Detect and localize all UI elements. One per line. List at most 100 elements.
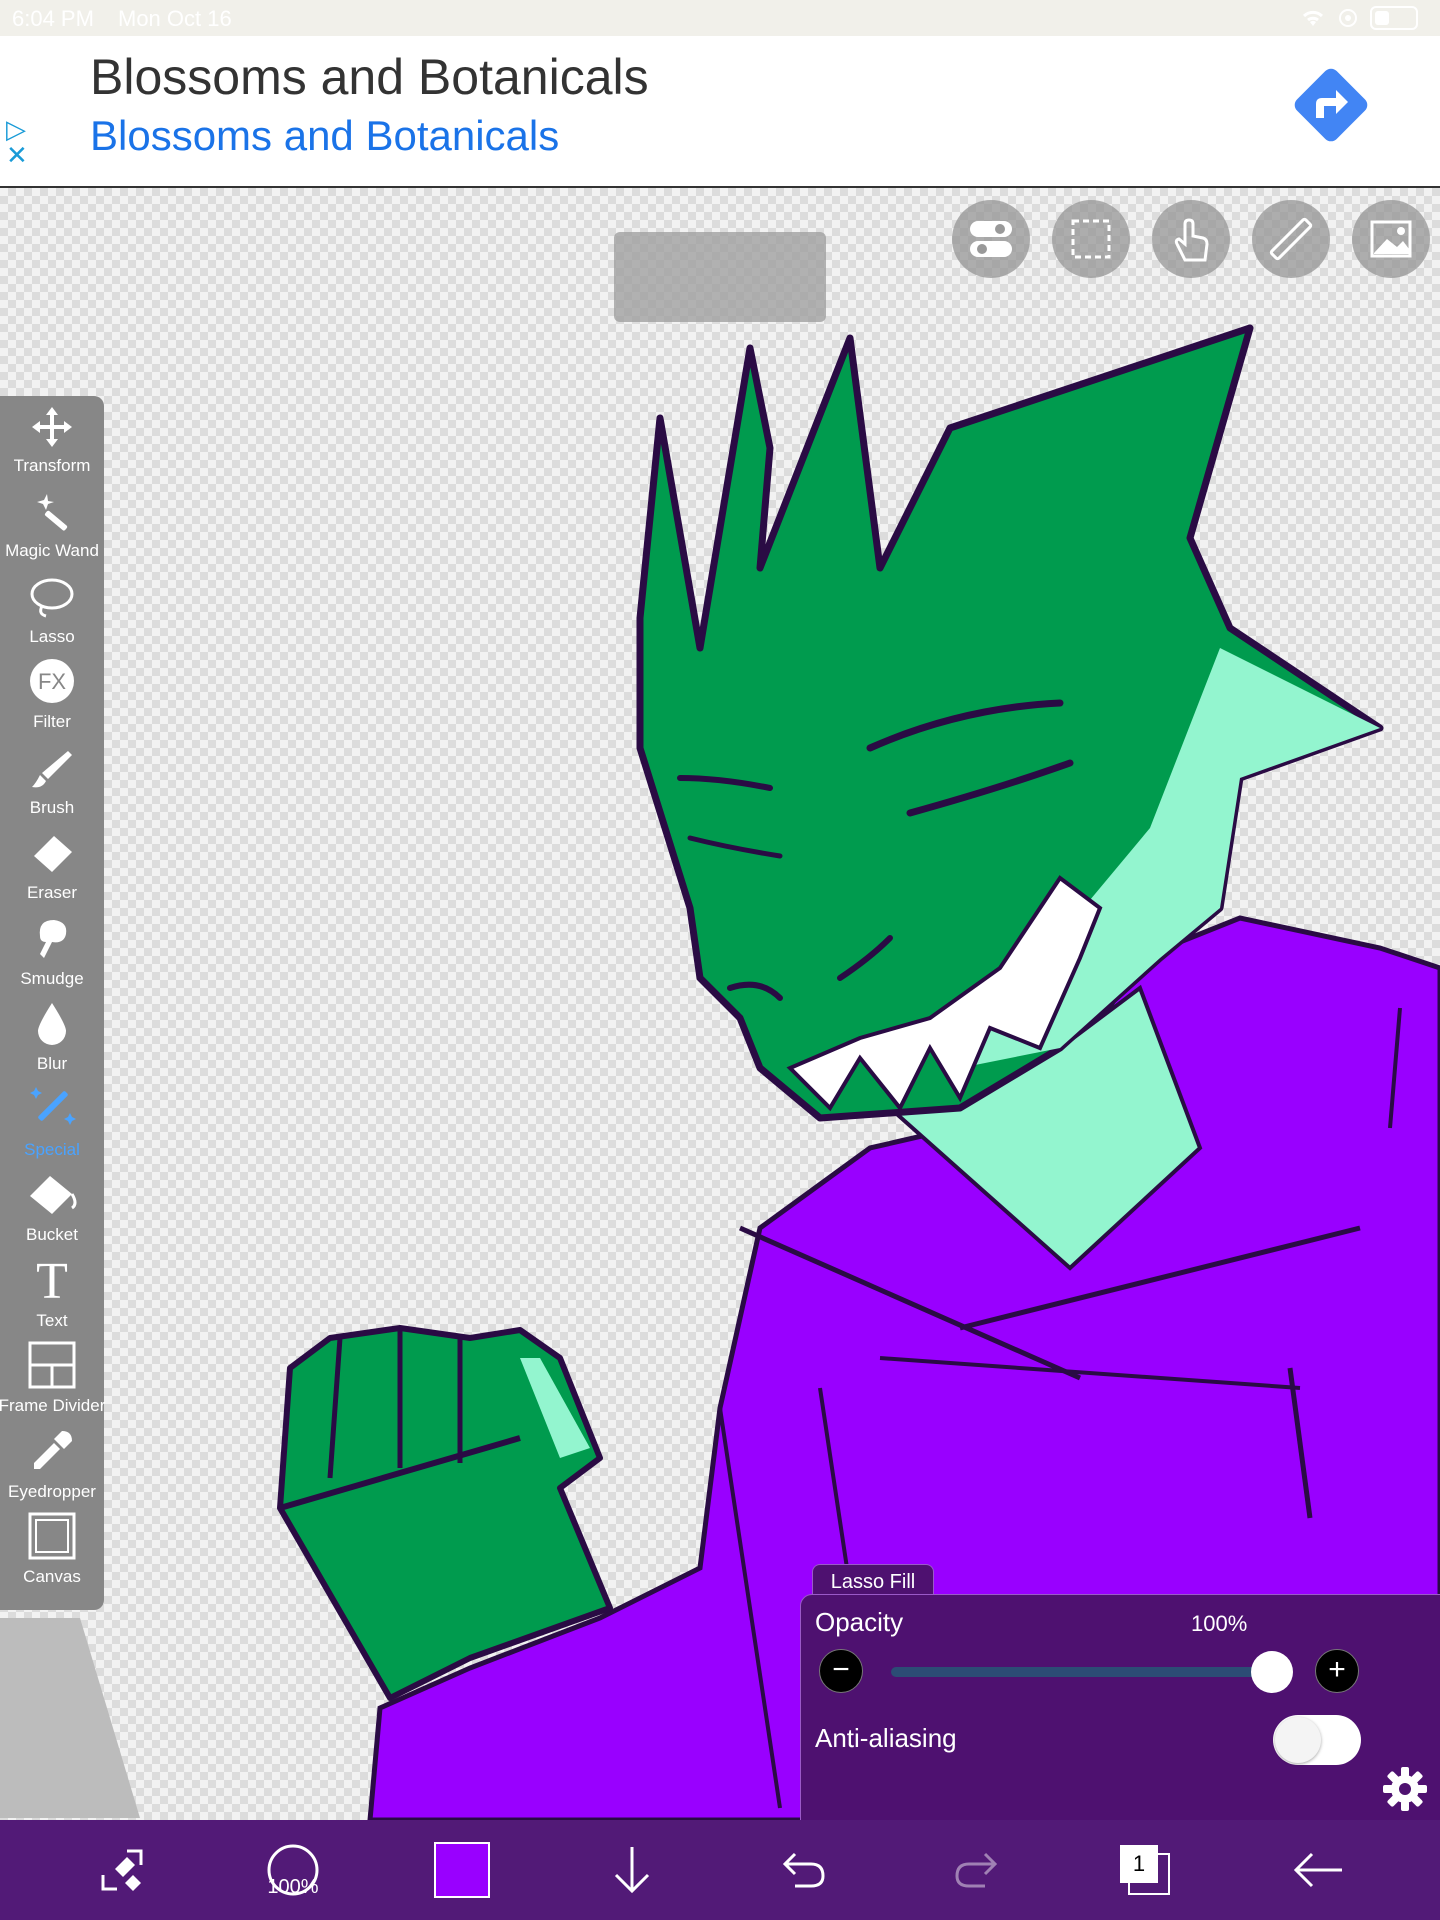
brush-size-button[interactable]: 100% — [262, 1820, 324, 1920]
drop-icon — [34, 1001, 70, 1054]
quick-menu-button[interactable] — [92, 1820, 152, 1920]
tool-special[interactable]: Special — [0, 1080, 104, 1166]
smudge-icon — [30, 916, 74, 969]
tool-label: Lasso — [29, 626, 75, 646]
opacity-decrease-button[interactable]: − — [819, 1649, 863, 1693]
tool-lasso[interactable]: Lasso — [0, 567, 104, 653]
brush-icon — [28, 747, 76, 798]
ruler-icon — [1269, 217, 1313, 261]
lasso-fill-panel: Opacity 100% − + Anti-aliasing — [800, 1594, 1440, 1822]
ad-close-icon[interactable]: ✕ — [6, 142, 28, 168]
selection-hint — [614, 232, 826, 322]
ad-choices-icon[interactable]: ▷ — [6, 116, 28, 142]
layer-count: 1 — [1120, 1845, 1158, 1883]
tool-frame-divider[interactable]: Frame Divider — [0, 1337, 106, 1423]
opacity-slider[interactable] — [891, 1651, 1293, 1693]
svg-text:FX: FX — [38, 669, 66, 694]
toggle-icon — [970, 221, 1012, 257]
gear-icon[interactable] — [1381, 1765, 1429, 1813]
status-bar: 6:04 PM Mon Oct 16 — [0, 0, 1440, 36]
ad-choices[interactable]: ▷ ✕ — [6, 116, 28, 168]
touch-icon — [1174, 218, 1209, 262]
tool-bucket[interactable]: Bucket — [0, 1166, 104, 1252]
redo-icon — [955, 1852, 998, 1888]
redo-button[interactable] — [950, 1820, 1002, 1920]
drawing-canvas[interactable] — [0, 188, 1440, 1820]
tool-label: Canvas — [23, 1567, 81, 1586]
tool-magic-wand[interactable]: Magic Wand — [0, 482, 104, 568]
touch-button[interactable] — [1152, 200, 1230, 278]
selection-button[interactable] — [1052, 200, 1130, 278]
layers-button[interactable]: 1 — [1118, 1820, 1172, 1920]
tool-label: Eyedropper — [8, 1481, 96, 1501]
image-button[interactable] — [1352, 200, 1430, 278]
tool-text[interactable]: T Text — [0, 1251, 104, 1337]
status-date: Mon Oct 16 — [118, 6, 232, 31]
brush-size-value: 100% — [267, 1876, 319, 1898]
arrow-down-icon — [614, 1847, 650, 1894]
move-icon — [30, 405, 74, 456]
bottom-toolbar: 100% 1 — [0, 1820, 1440, 1920]
artwork — [277, 324, 1440, 1820]
eyedropper-icon — [28, 1427, 76, 1482]
antialiasing-toggle-thumb[interactable] — [1275, 1717, 1321, 1763]
svg-text:T: T — [36, 1254, 68, 1304]
fx-icon: FX — [28, 657, 76, 712]
tool-sidebar: Transform Magic Wand Lasso FX Filter Brush Era… — [0, 396, 106, 1610]
ad-title[interactable]: Blossoms and Botanicals — [90, 48, 649, 106]
location-icon — [1339, 9, 1357, 27]
selection-icon — [1071, 219, 1111, 259]
tool-label: Eraser — [26, 883, 78, 902]
special-icon — [26, 1083, 78, 1140]
tool-label: Brush — [29, 797, 75, 817]
tool-label: Smudge — [20, 968, 84, 988]
toggle-button[interactable] — [952, 200, 1030, 278]
tool-eyedropper[interactable]: Eyedropper — [0, 1422, 104, 1508]
download-button[interactable] — [606, 1820, 658, 1920]
ad-banner[interactable]: ▷ ✕ Blossoms and Botanicals Blossoms and… — [0, 36, 1440, 188]
directions-icon[interactable] — [1286, 60, 1376, 150]
tool-transform[interactable]: Transform — [0, 396, 104, 482]
tool-filter[interactable]: FX Filter — [0, 653, 104, 739]
tool-smudge[interactable]: Smudge — [0, 909, 104, 995]
color-swatch[interactable] — [434, 1842, 490, 1898]
undo-button[interactable] — [778, 1820, 830, 1920]
opacity-value: 100% — [1191, 1611, 1248, 1636]
tool-label: Blur — [36, 1054, 68, 1073]
ruler-button[interactable] — [1252, 200, 1330, 278]
text-icon: T — [30, 1253, 74, 1311]
tool-label: Filter — [33, 712, 71, 731]
tool-blur[interactable]: Blur — [0, 995, 104, 1081]
tool-brush[interactable]: Brush — [0, 738, 104, 824]
battery-icon — [1370, 6, 1418, 30]
layers-icon: 1 — [1120, 1845, 1170, 1895]
image-icon — [1370, 220, 1412, 258]
back-button[interactable] — [1290, 1820, 1346, 1920]
tool-label: Bucket — [26, 1225, 78, 1244]
opacity-slider-thumb[interactable] — [1251, 1651, 1293, 1693]
tool-label: Transform — [13, 455, 91, 475]
opacity-label: Opacity — [815, 1607, 904, 1637]
frame-divider-icon — [28, 1341, 76, 1396]
status-icons — [1300, 6, 1418, 30]
quick-menu-icon — [101, 1849, 143, 1891]
tool-label: Frame Divider — [0, 1396, 106, 1415]
ad-subtitle[interactable]: Blossoms and Botanicals — [90, 112, 559, 160]
tool-canvas[interactable]: Canvas — [0, 1508, 104, 1594]
status-time: 6:04 PM — [12, 6, 94, 31]
arrow-left-icon — [1293, 1852, 1342, 1888]
wifi-icon — [1302, 10, 1324, 26]
tool-label: Magic Wand — [5, 541, 99, 560]
eraser-icon — [28, 832, 76, 883]
bucket-icon — [26, 1172, 78, 1225]
tool-eraser[interactable]: Eraser — [0, 824, 104, 910]
tool-label: Special — [24, 1139, 80, 1159]
tool-label: Text — [36, 1310, 68, 1330]
canvas-icon — [28, 1512, 76, 1567]
top-tool-buttons — [952, 200, 1430, 278]
undo-icon — [782, 1852, 825, 1888]
antialiasing-toggle[interactable] — [1273, 1715, 1361, 1765]
opacity-increase-button[interactable]: + — [1315, 1649, 1359, 1693]
magic-wand-icon — [28, 490, 76, 541]
color-swatch-button[interactable] — [432, 1820, 492, 1920]
